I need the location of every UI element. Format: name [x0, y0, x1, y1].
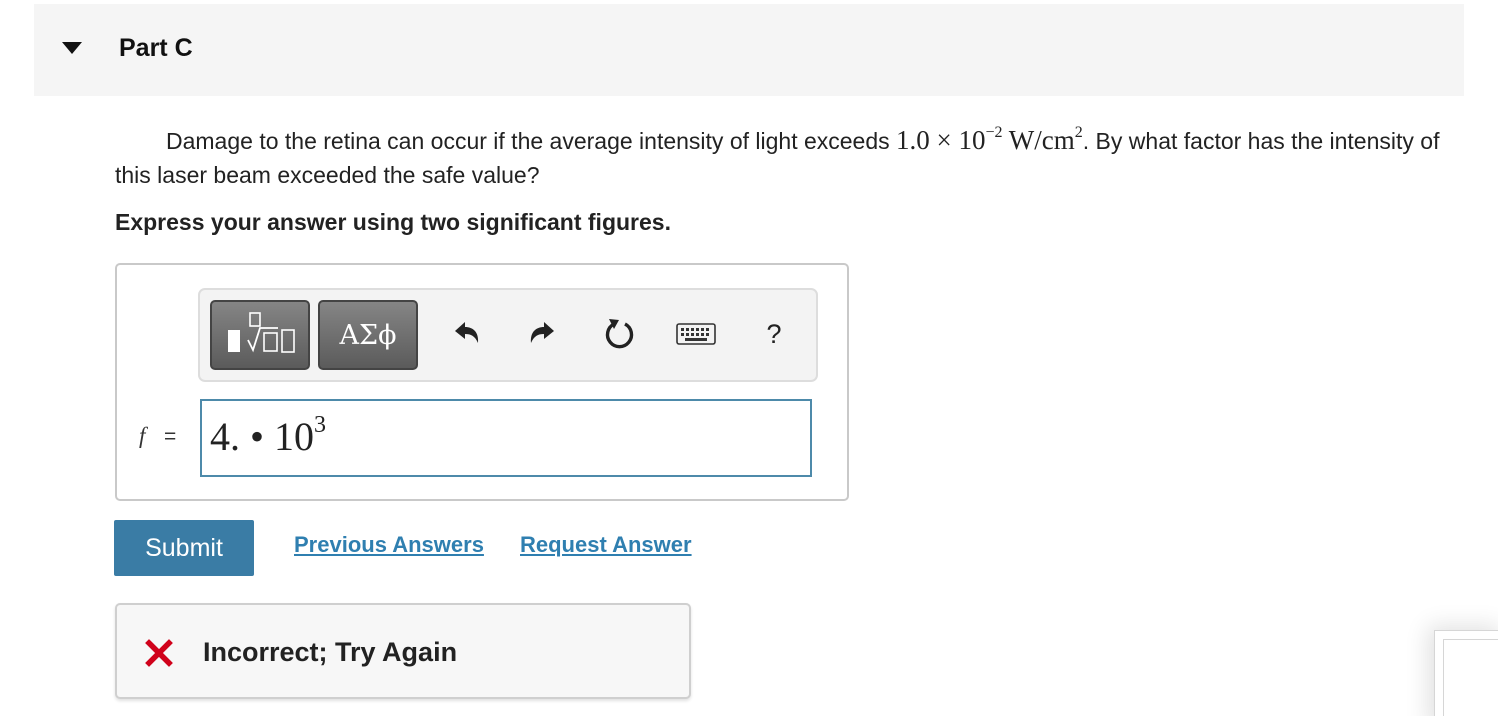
- reset-icon[interactable]: [600, 314, 640, 354]
- answer-equals-sign: =: [164, 425, 177, 448]
- part-header[interactable]: [34, 4, 1464, 96]
- answer-value: 4. • 103: [210, 411, 327, 459]
- previous-answers-link[interactable]: Previous Answers: [294, 532, 484, 558]
- question-text-before: Damage to the retina can occur if the av…: [166, 128, 897, 154]
- keyboard-icon[interactable]: [676, 314, 716, 354]
- request-answer-link[interactable]: Request Answer: [520, 532, 692, 558]
- side-panel-edge: [1434, 630, 1498, 716]
- math-toolbar: ΑΣϕ ?: [198, 288, 818, 382]
- feedback-box: Incorrect; Try Again: [115, 603, 691, 699]
- part-title: Part C: [119, 34, 193, 62]
- answer-variable-label: f: [139, 423, 146, 448]
- templates-icon: [228, 312, 295, 353]
- redo-icon[interactable]: [522, 314, 562, 354]
- question-text: Damage to the retina can occur if the av…: [115, 118, 1445, 192]
- answer-input[interactable]: 4. • 103: [200, 399, 812, 477]
- submit-button[interactable]: Submit: [114, 520, 254, 576]
- help-icon[interactable]: ?: [760, 314, 788, 354]
- templates-button[interactable]: [210, 300, 310, 370]
- greek-symbols-button[interactable]: ΑΣϕ: [318, 300, 418, 370]
- collapse-triangle-icon[interactable]: [62, 42, 82, 54]
- incorrect-x-icon: [145, 639, 173, 667]
- answer-box: ΑΣϕ ? f = 4. • 103: [115, 263, 849, 501]
- intensity-threshold-math: 1.0 × 10−2 W/cm2: [896, 124, 1083, 155]
- page: Part C Damage to the retina can occur if…: [0, 0, 1498, 716]
- feedback-text: Incorrect; Try Again: [203, 637, 458, 667]
- answer-instruction: Express your answer using two significan…: [115, 209, 671, 235]
- undo-icon[interactable]: [447, 314, 487, 354]
